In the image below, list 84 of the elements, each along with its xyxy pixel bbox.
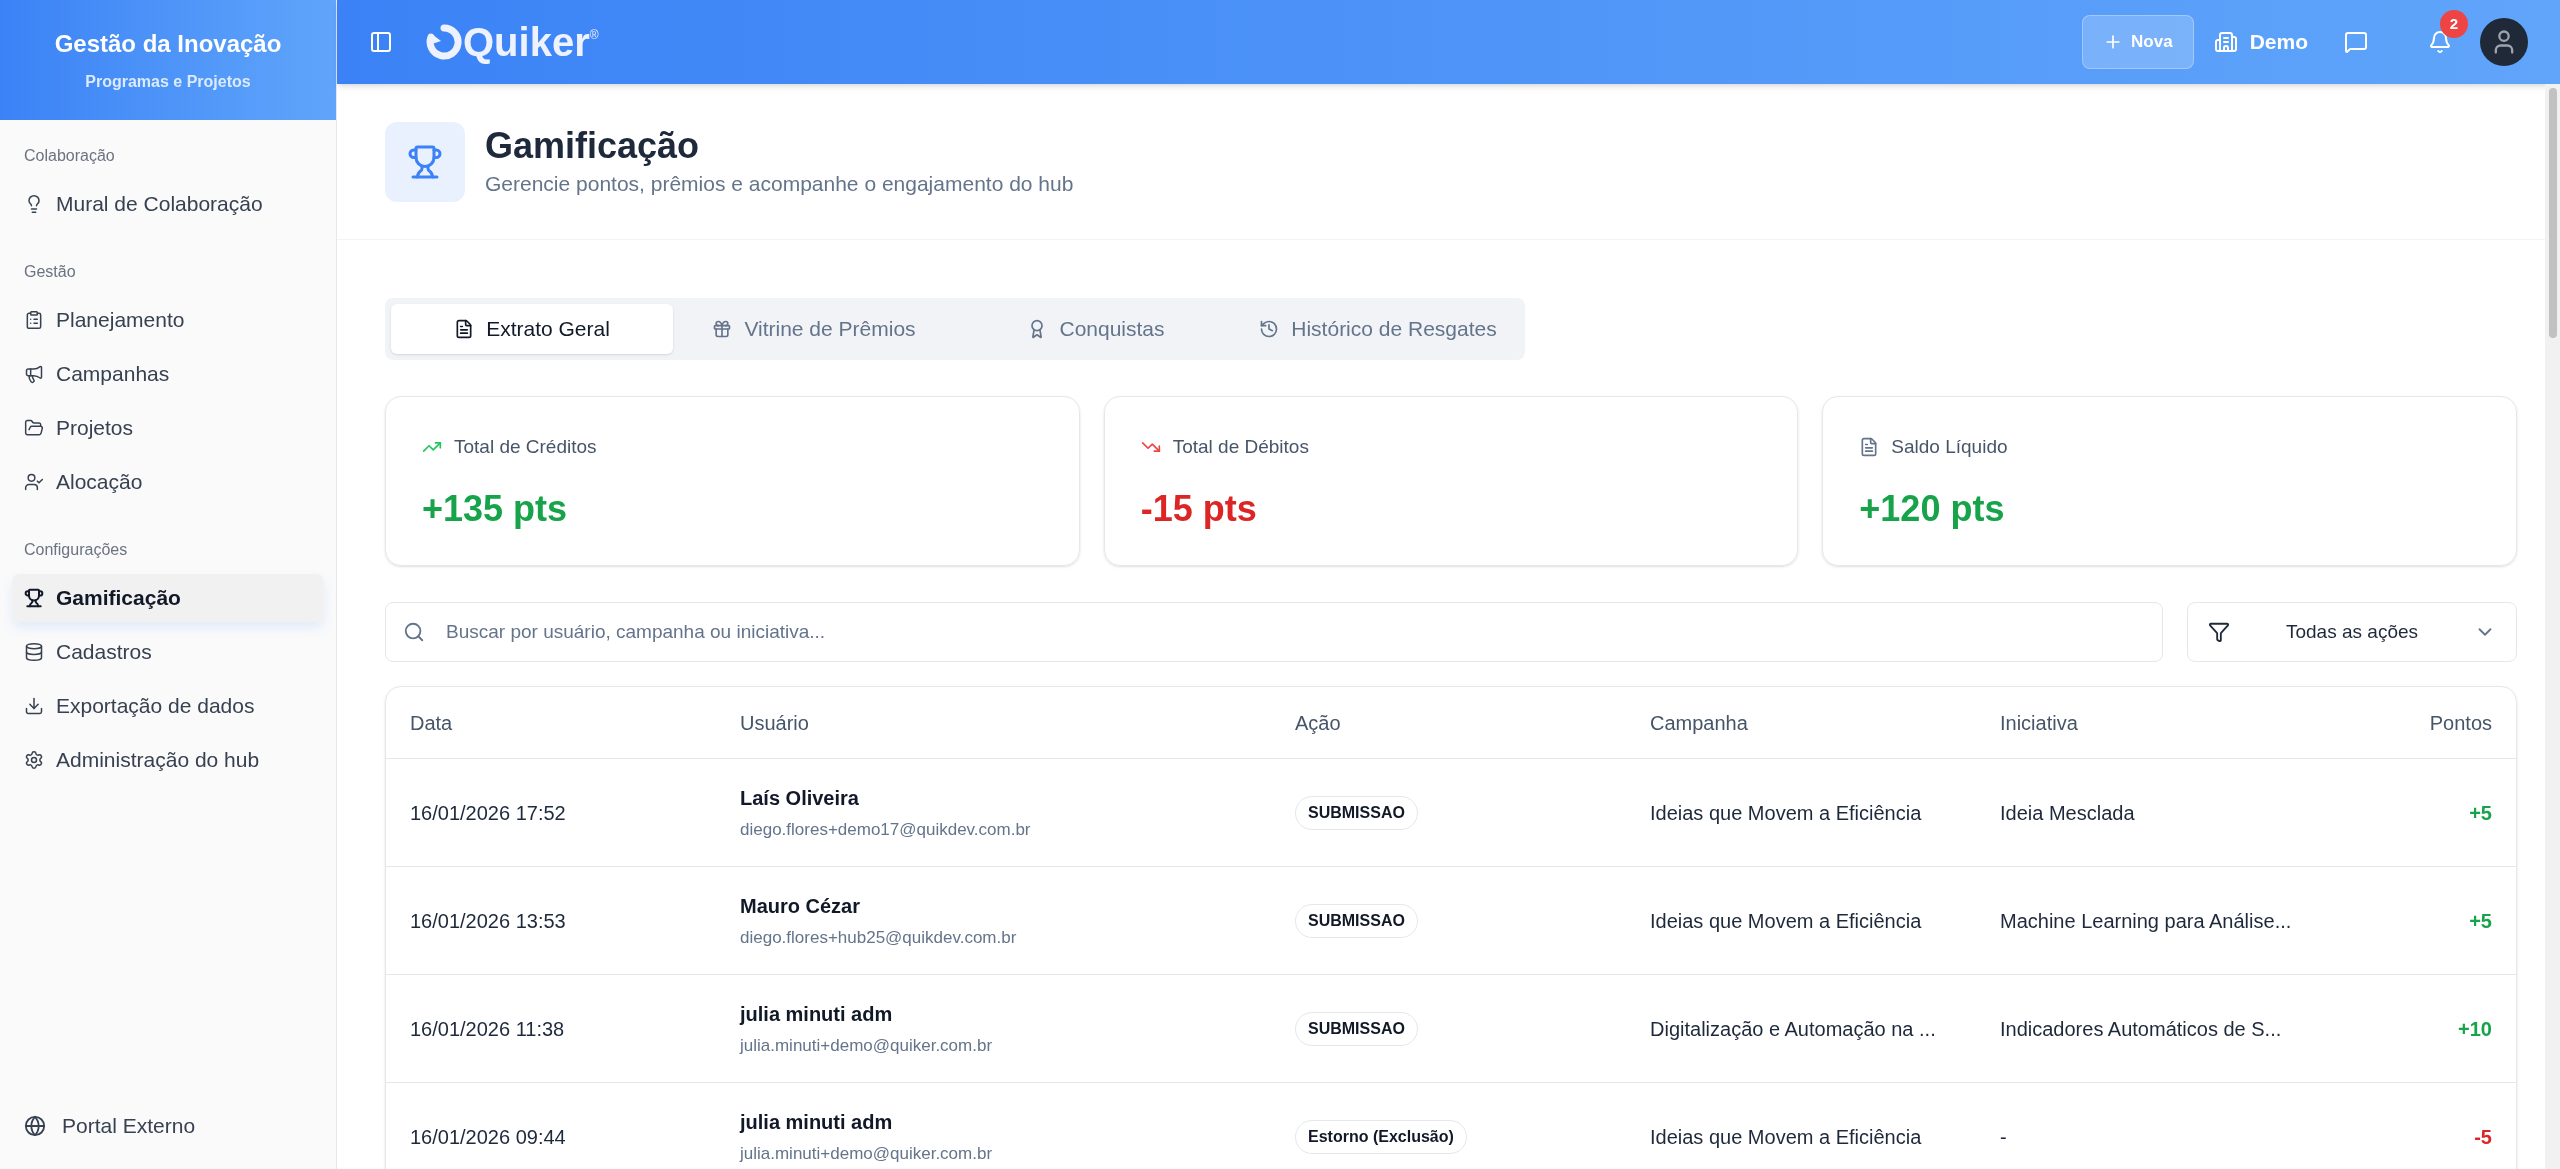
card-label: Saldo Líquido bbox=[1891, 435, 2008, 459]
user-name: julia minuti adm bbox=[740, 1109, 894, 1135]
gift-icon bbox=[712, 319, 733, 339]
user-name: julia minuti adm bbox=[740, 1001, 894, 1027]
column-header: Campanha bbox=[1650, 710, 1749, 736]
initiative-cell-text: Machine Learning para Análise... bbox=[2000, 908, 2293, 934]
app-subtitle: Programas e Projetos bbox=[85, 72, 251, 92]
history-icon bbox=[1259, 319, 1280, 339]
column-header: Pontos bbox=[2429, 710, 2492, 736]
user-email: julia.minuti+demo@quiker.com.br bbox=[740, 1142, 994, 1165]
user-check-icon bbox=[24, 472, 44, 492]
nav-item[interactable]: Projetos bbox=[12, 404, 324, 452]
date-cell-text: 16/01/2026 13:53 bbox=[410, 908, 567, 934]
column-header: Iniciativa bbox=[2000, 710, 2079, 736]
tab[interactable]: Histórico de Resgates bbox=[1237, 304, 1519, 354]
nav-item[interactable]: Alocação bbox=[12, 458, 324, 506]
campaign-cell-text: Digitalização e Automação na ... bbox=[1650, 1016, 1937, 1042]
document-icon bbox=[1859, 437, 1880, 458]
document-icon bbox=[454, 319, 475, 339]
initiative-cell-text: Ideia Mesclada bbox=[2000, 800, 2136, 826]
nav-item[interactable]: Planejamento bbox=[12, 296, 324, 344]
nav-item[interactable]: Mural de Colaboração bbox=[12, 180, 324, 228]
action-filter-dropdown[interactable]: Todas as ações bbox=[2187, 602, 2517, 662]
search-field[interactable]: Buscar por usuário, campanha ou iniciativa... bbox=[385, 602, 2163, 662]
card-label: Total de Créditos bbox=[454, 435, 597, 459]
page-title: Gamificação bbox=[485, 124, 701, 169]
user-email: diego.flores+demo17@quikdev.com.br bbox=[740, 818, 1032, 841]
user-name: Mauro Cézar bbox=[740, 893, 862, 919]
nav-item[interactable]: Administração do hub bbox=[12, 736, 324, 784]
download-icon bbox=[24, 696, 44, 716]
page-subtitle: Gerencie pontos, prêmios e acompanhe o engajamento do hub bbox=[485, 171, 1074, 198]
user-name: Laís Oliveira bbox=[740, 785, 860, 811]
user-email: julia.minuti+demo@quiker.com.br bbox=[740, 1034, 994, 1057]
logo-text: Quiker bbox=[463, 22, 590, 62]
settings-icon bbox=[24, 750, 44, 770]
globe-icon bbox=[24, 1115, 46, 1137]
points-cell-text: +10 bbox=[2458, 1016, 2492, 1042]
avatar[interactable] bbox=[2480, 18, 2528, 66]
campaign-cell-text: Ideias que Movem a Eficiência bbox=[1650, 1124, 1923, 1150]
points-cell-text: +5 bbox=[2469, 800, 2492, 826]
initiative-cell-text: - bbox=[2000, 1124, 2008, 1150]
date-cell-text: 16/01/2026 09:44 bbox=[410, 1124, 567, 1150]
app-title: Gestão da Inovação bbox=[54, 29, 282, 59]
card-value: +120 pts bbox=[1859, 486, 2006, 531]
notification-icon[interactable] bbox=[2428, 30, 2452, 54]
tab[interactable]: Conquistas bbox=[955, 304, 1237, 354]
chat-icon[interactable] bbox=[2344, 30, 2368, 54]
notification-badge: 2 bbox=[2440, 10, 2468, 38]
megaphone-icon bbox=[24, 364, 44, 384]
trophy-icon bbox=[24, 588, 44, 608]
initiative-cell-text: Indicadores Automáticos de S... bbox=[2000, 1016, 2283, 1042]
tab[interactable]: Vitrine de Prêmios bbox=[673, 304, 955, 354]
section-heading: Configurações bbox=[23, 540, 129, 560]
nav-item[interactable]: Gamificação bbox=[12, 574, 324, 622]
date-cell-text: 16/01/2026 11:38 bbox=[410, 1016, 566, 1042]
card-value: -15 pts bbox=[1140, 486, 1258, 531]
column-header: Ação bbox=[1295, 710, 1342, 736]
sidebar-toggle-icon[interactable] bbox=[369, 30, 393, 54]
portal-link[interactable]: Portal Externo bbox=[0, 1091, 336, 1161]
building-icon bbox=[2213, 30, 2238, 54]
column-header: Data bbox=[410, 710, 454, 736]
clipboard-icon bbox=[24, 310, 44, 330]
campaign-cell-text: Ideias que Movem a Eficiência bbox=[1650, 908, 1923, 934]
folder-icon bbox=[24, 418, 44, 438]
section-heading: Colaboração bbox=[23, 146, 116, 166]
registered-mark: ® bbox=[589, 28, 599, 42]
column-header: Usuário bbox=[740, 710, 810, 736]
nav-item[interactable]: Exportação de dados bbox=[12, 682, 324, 730]
nav-item[interactable]: Campanhas bbox=[12, 350, 324, 398]
date-cell-text: 16/01/2026 17:52 bbox=[410, 800, 567, 826]
points-cell-text: -5 bbox=[2474, 1124, 2492, 1150]
database-icon bbox=[24, 642, 44, 662]
points-cell-text: +5 bbox=[2469, 908, 2492, 934]
section-heading: Gestão bbox=[23, 262, 77, 282]
search-icon bbox=[403, 621, 425, 643]
tab[interactable]: Extrato Geral bbox=[391, 304, 673, 354]
campaign-cell-text: Ideias que Movem a Eficiência bbox=[1650, 800, 1923, 826]
logo-icon bbox=[425, 23, 463, 61]
user-email: diego.flores+hub25@quikdev.com.br bbox=[740, 926, 1018, 949]
card-label: Total de Débitos bbox=[1172, 435, 1309, 459]
trophy-icon bbox=[407, 143, 443, 180]
nav-item[interactable]: Cadastros bbox=[12, 628, 324, 676]
filter-icon bbox=[2208, 621, 2230, 643]
card-value: +135 pts bbox=[422, 486, 569, 531]
